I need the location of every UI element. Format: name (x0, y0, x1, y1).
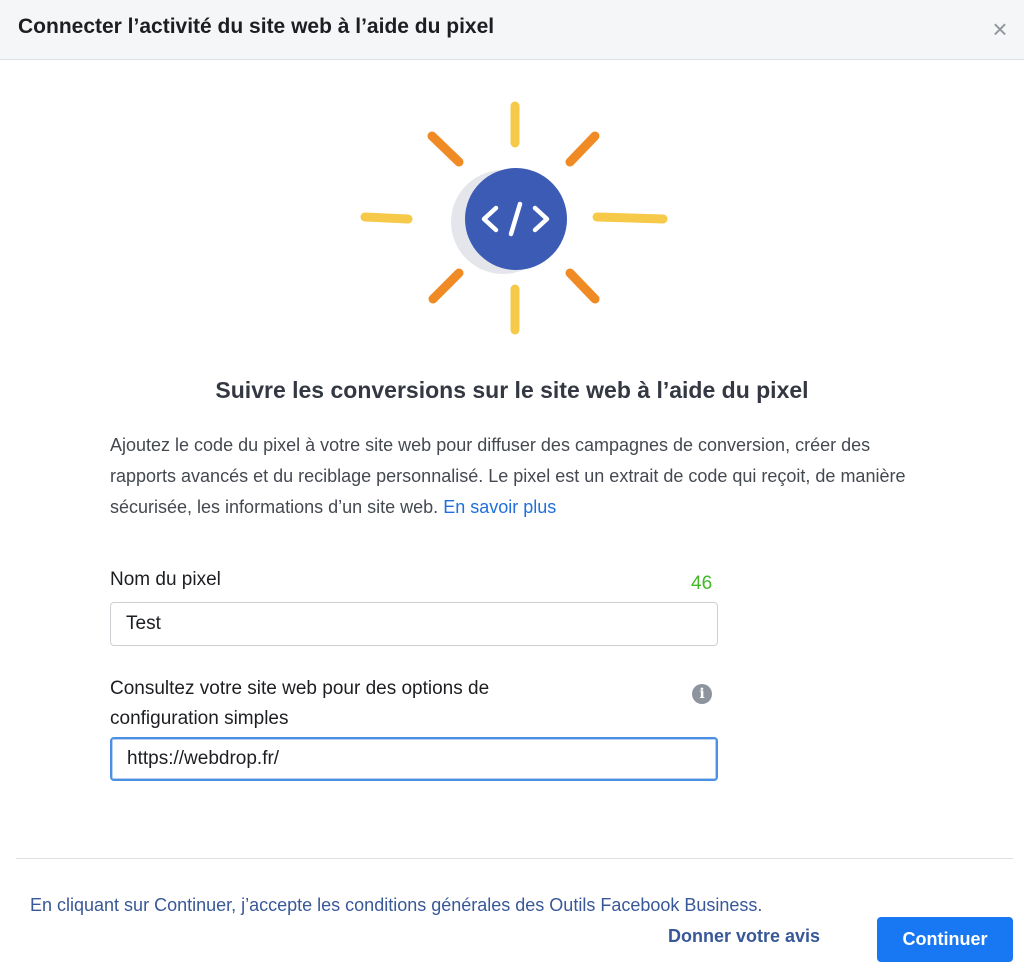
website-label: Consultez votre site web pour des option… (110, 674, 489, 734)
dialog-title: Connecter l’activité du site web à l’aid… (18, 15, 495, 38)
sun-ray (428, 268, 464, 304)
close-icon[interactable]: × (988, 16, 1012, 42)
learn-more-link[interactable]: En savoir plus (443, 497, 556, 517)
info-icon[interactable]: i (692, 684, 712, 704)
sun-ray (360, 212, 413, 224)
terms-text: En cliquant sur Continuer, j’accepte les… (30, 895, 763, 915)
pixel-name-label: Nom du pixel (110, 569, 221, 590)
character-counter: 46 (691, 573, 713, 594)
footer-divider (16, 858, 1013, 859)
description-text: Ajoutez le code du pixel à votre site we… (110, 430, 910, 523)
website-url-input[interactable] (110, 737, 718, 781)
pixel-hero-illustration (360, 101, 668, 335)
section-heading: Suivre les conversions sur le site web à… (215, 377, 809, 403)
pixel-name-input[interactable] (110, 602, 718, 646)
sun-ray (427, 131, 464, 167)
dialog-header: Connecter l’activité du site web à l’aid… (0, 0, 1024, 60)
sun-ray (565, 131, 600, 167)
feedback-button[interactable]: Donner votre avis (668, 926, 820, 947)
continue-button[interactable]: Continuer (877, 917, 1013, 962)
website-label-line: Consultez votre site web pour des option… (110, 678, 490, 699)
sun-ray (592, 212, 668, 224)
sun-ray (565, 268, 600, 304)
website-label-line: configuration simples (110, 708, 289, 729)
